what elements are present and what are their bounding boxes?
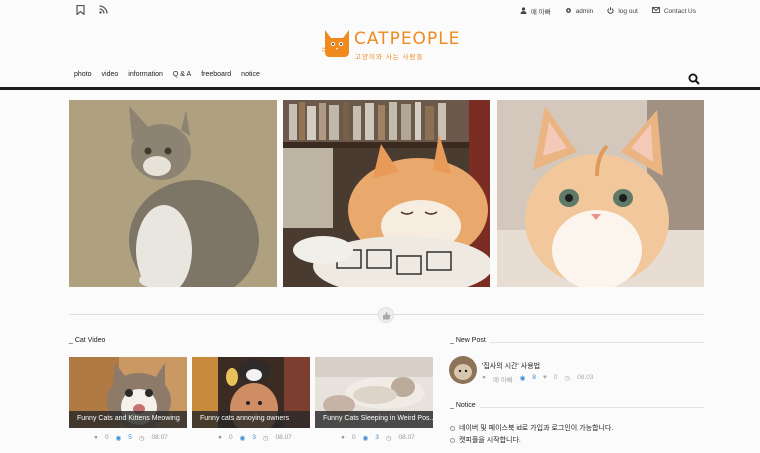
rss-icon[interactable] xyxy=(99,5,108,17)
comment-icon: ● xyxy=(341,434,345,441)
notice-item-1[interactable]: 네이버 및 페이스북 id로 가입과 로그인이 가능합니다. xyxy=(450,423,613,433)
video-3-comments: 0 xyxy=(351,434,356,441)
new-post-heading: _ New Post xyxy=(450,337,486,344)
notice-text-2: 캣피플을 시작합니다. xyxy=(459,437,521,444)
user-name: 매 아빠 xyxy=(530,9,551,16)
search-icon[interactable] xyxy=(688,72,700,85)
site-logo[interactable]: CATPEOPLE 고양이와 사는 사람들 xyxy=(322,24,459,64)
bullet-icon xyxy=(450,425,455,431)
admin-link[interactable]: admin xyxy=(565,6,594,16)
main-nav: photo video information Q & A freeboard … xyxy=(74,71,260,78)
video-meta-2: ● 0 ◉ 3 ◷ 08.07 xyxy=(218,434,292,442)
nav-item-video[interactable]: video xyxy=(102,71,119,78)
video-1-views: 5 xyxy=(128,434,132,441)
power-icon xyxy=(607,6,614,16)
video-1-comments: 0 xyxy=(104,434,109,441)
bullet-icon xyxy=(450,437,455,443)
post-thumbnail[interactable] xyxy=(449,356,477,384)
notice-rule xyxy=(480,407,704,408)
clock-icon: ◷ xyxy=(564,375,571,382)
video-1-date: 08.07 xyxy=(151,434,168,441)
notice-heading: _ Notice xyxy=(450,402,476,409)
video-2-comments: 0 xyxy=(228,434,233,441)
clock-icon: ◷ xyxy=(385,435,392,442)
comment-icon: ● xyxy=(94,434,98,441)
admin-label: admin xyxy=(575,7,594,15)
user-icon xyxy=(520,6,527,16)
hero-image-3[interactable] xyxy=(497,100,704,287)
clock-icon: ◷ xyxy=(138,435,145,442)
post-date: 08.03 xyxy=(577,374,594,381)
cat-logo-icon xyxy=(322,30,349,57)
eye-icon: ◉ xyxy=(362,435,369,442)
video-3-views: 3 xyxy=(375,434,379,441)
new-post-rule xyxy=(490,342,704,343)
contact-label: Contact Us xyxy=(663,7,696,15)
user-link[interactable]: 매 아빠 xyxy=(520,6,551,16)
post-title-link[interactable]: '집사의 시간' 사용법 xyxy=(482,361,540,371)
logout-link[interactable]: log out xyxy=(607,6,638,16)
video-card-1[interactable]: Funny Cats and Kittens Meowing xyxy=(69,357,187,428)
thumbs-up-icon xyxy=(378,307,394,323)
nav-item-qna[interactable]: Q & A xyxy=(173,71,191,78)
post-author: 매 아빠 xyxy=(492,377,513,384)
notice-text-1: 네이버 및 페이스북 id로 가입과 로그인이 가능합니다. xyxy=(459,425,614,432)
hero-image-1[interactable] xyxy=(69,100,277,287)
nav-item-photo[interactable]: photo xyxy=(74,71,92,78)
heart-icon: ♥ xyxy=(542,374,547,381)
video-2-date: 08.07 xyxy=(275,434,292,441)
video-card-3[interactable]: Funny Cats Sleeping in Weird Pos... xyxy=(315,357,433,428)
video-meta-1: ● 0 ◉ 5 ◷ 08.07 xyxy=(94,434,168,442)
bookmark-icon[interactable] xyxy=(76,4,85,18)
video-2-views: 3 xyxy=(252,434,256,441)
gear-icon xyxy=(565,7,572,16)
post-views: 8 xyxy=(532,374,536,381)
nav-item-freeboard[interactable]: freeboard xyxy=(201,71,231,78)
video-title-3: Funny Cats Sleeping in Weird Pos... xyxy=(315,411,433,428)
video-meta-3: ● 0 ◉ 3 ◷ 08.07 xyxy=(341,434,415,442)
cat-video-heading: _ Cat Video xyxy=(69,337,106,344)
mail-icon xyxy=(651,7,660,15)
video-3-date: 08.07 xyxy=(398,434,415,441)
nav-item-notice[interactable]: notice xyxy=(241,71,260,78)
nav-divider xyxy=(0,87,760,90)
post-meta: ● 매 아빠 ◉ 8 ♥ 0 ◷ 08.03 xyxy=(482,374,593,384)
post-likes: 0 xyxy=(553,374,558,381)
eye-icon: ◉ xyxy=(115,435,122,442)
user-icon: ● xyxy=(482,374,486,381)
eye-icon: ◉ xyxy=(519,375,526,382)
notice-item-2[interactable]: 캣피플을 시작합니다. xyxy=(450,435,521,445)
logo-wordmark: CATPEOPLE xyxy=(354,29,461,49)
top-bar: 매 아빠 admin log out Contact Us xyxy=(0,0,760,22)
video-title-1: Funny Cats and Kittens Meowing xyxy=(69,411,187,428)
video-title-2: Funny cats annoying owners xyxy=(192,411,310,428)
logo-tagline: 고양이와 사는 사람들 xyxy=(355,54,424,61)
logout-label: log out xyxy=(618,7,638,15)
nav-item-information[interactable]: information xyxy=(128,71,163,78)
comment-icon: ● xyxy=(218,434,222,441)
video-card-2[interactable]: Funny cats annoying owners xyxy=(192,357,310,428)
clock-icon: ◷ xyxy=(262,435,269,442)
contact-link[interactable]: Contact Us xyxy=(651,6,696,16)
eye-icon: ◉ xyxy=(239,435,246,442)
hero-image-2[interactable] xyxy=(283,100,490,287)
